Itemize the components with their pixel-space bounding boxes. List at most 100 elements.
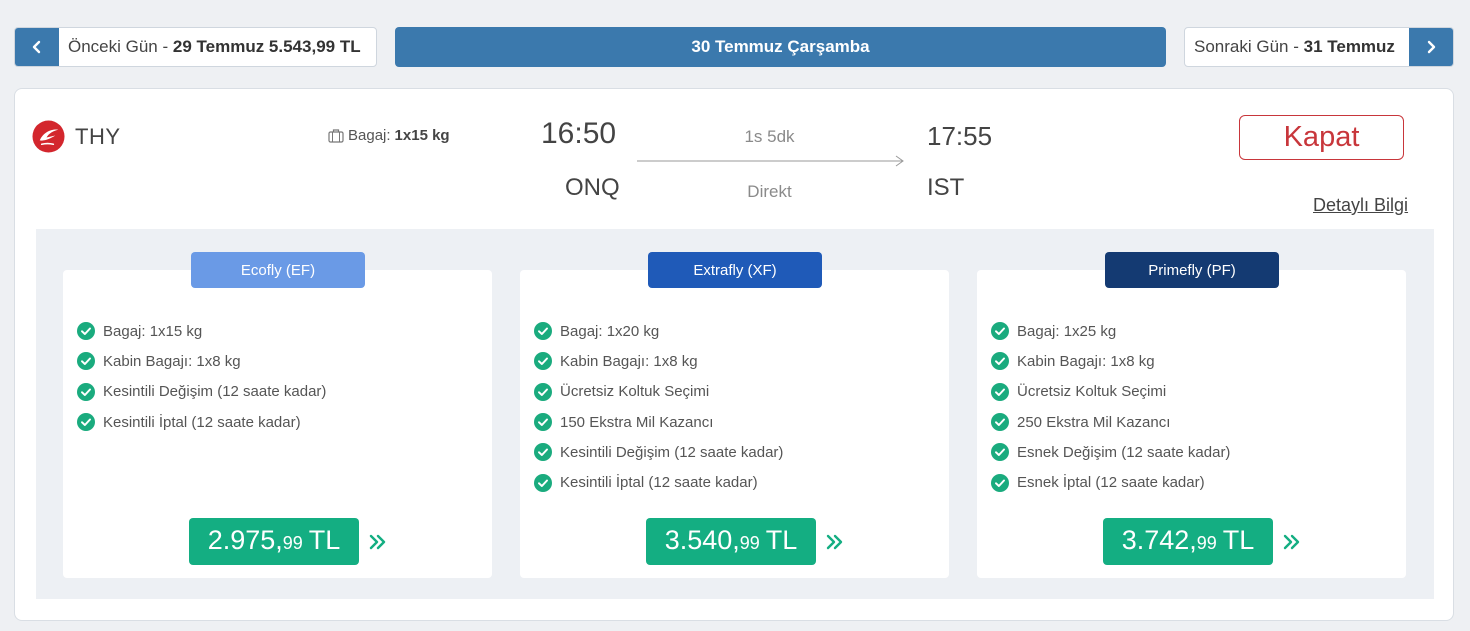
fare-feature-text: Kabin Bagajı: 1x8 kg bbox=[560, 352, 698, 370]
fare-options: Ecofly (EF) Bagaj: 1x15 kg Kabin Bagajı: 1… bbox=[36, 229, 1434, 599]
price-row: 2.975, 99 TL bbox=[189, 518, 389, 565]
baggage-value: 1x15 kg bbox=[394, 127, 450, 144]
price-row: 3.540, 99 TL bbox=[646, 518, 846, 565]
fare-card: Extrafly (XF) Bagaj: 1x20 kg Kabin Bagajı:… bbox=[520, 252, 949, 578]
details-link[interactable]: Detaylı Bilgi bbox=[1313, 195, 1408, 216]
check-circle-icon bbox=[534, 382, 552, 401]
check-circle-icon bbox=[77, 382, 95, 401]
baggage-info: Bagaj: 1x15 kg bbox=[328, 127, 450, 144]
fare-feature-item: Bagaj: 1x15 kg bbox=[77, 316, 326, 346]
fare-feature-text: Esnek İptal (12 saate kadar) bbox=[1017, 474, 1205, 492]
fare-feature-text: Kabin Bagajı: 1x8 kg bbox=[1017, 352, 1155, 370]
fare-feature-item: 250 Ekstra Mil Kazancı bbox=[991, 407, 1230, 437]
fare-feature-item: Ücretsiz Koltuk Seçimi bbox=[991, 377, 1230, 407]
next-day-label: Sonraki Gün - bbox=[1194, 37, 1304, 56]
previous-day-date: 29 Temmuz 5.543,99 TL bbox=[172, 37, 361, 56]
double-chevron-right-icon[interactable] bbox=[1281, 531, 1303, 553]
fare-feature-text: Kesintili Değişim (12 saate kadar) bbox=[103, 383, 327, 401]
airline-logo-icon bbox=[32, 120, 65, 153]
fare-feature-item: Kabin Bagajı: 1x8 kg bbox=[991, 346, 1230, 376]
fare-card: Primefly (PF) Bagaj: 1x25 kg Kabin Bagajı:… bbox=[977, 252, 1406, 578]
fare-feature-text: Esnek Değişim (12 saate kadar) bbox=[1017, 443, 1231, 461]
fare-feature-item: 150 Ekstra Mil Kazancı bbox=[534, 407, 783, 437]
select-fare-button[interactable]: 3.540, 99 TL bbox=[646, 518, 816, 565]
fare-feature-text: Kesintili İptal (12 saate kadar) bbox=[560, 474, 758, 492]
fare-feature-text: Kesintili Değişim (12 saate kadar) bbox=[560, 443, 784, 461]
next-day-button[interactable]: Sonraki Gün - 31 Temmuz bbox=[1184, 27, 1454, 67]
price-currency: TL bbox=[1222, 525, 1255, 555]
arrival-time: 17:55 bbox=[927, 121, 993, 151]
fare-feature-text: Kesintili İptal (12 saate kadar) bbox=[103, 413, 301, 431]
fare-feature-list: Bagaj: 1x20 kg Kabin Bagajı: 1x8 kg Ücrets… bbox=[534, 316, 783, 498]
check-circle-icon bbox=[991, 443, 1009, 462]
departure-time: 16:50 bbox=[541, 117, 617, 150]
previous-day-button[interactable]: Önceki Gün - 29 Temmuz 5.543,99 TL bbox=[14, 27, 377, 67]
fare-feature-item: Kesintili İptal (12 saate kadar) bbox=[534, 467, 783, 497]
fare-feature-text: Bagaj: 1x15 kg bbox=[103, 322, 203, 340]
next-day-date: 31 Temmuz bbox=[1303, 37, 1395, 56]
check-circle-icon bbox=[534, 322, 552, 341]
fare-feature-item: Bagaj: 1x20 kg bbox=[534, 316, 783, 346]
check-circle-icon bbox=[534, 352, 552, 371]
double-chevron-right-icon[interactable] bbox=[367, 531, 389, 553]
check-circle-icon bbox=[77, 322, 95, 341]
fare-feature-list: Bagaj: 1x25 kg Kabin Bagajı: 1x8 kg Ücrets… bbox=[991, 316, 1230, 498]
check-circle-icon bbox=[77, 413, 95, 432]
price-amount: 2.975, bbox=[207, 525, 283, 555]
price-amount: 3.742, bbox=[1121, 525, 1197, 555]
departure-airport-code: ONQ bbox=[565, 174, 620, 201]
route-arrow-icon bbox=[637, 155, 904, 167]
flight-duration: 1s 5dk bbox=[744, 127, 795, 146]
fare-feature-item: Bagaj: 1x25 kg bbox=[991, 316, 1230, 346]
fare-card: Ecofly (EF) Bagaj: 1x15 kg Kabin Bagajı: 1… bbox=[63, 252, 492, 578]
previous-day-text: Önceki Gün - 29 Temmuz 5.543,99 TL bbox=[59, 37, 361, 57]
previous-day-label: Önceki Gün - bbox=[68, 37, 173, 56]
fare-feature-text: 250 Ekstra Mil Kazancı bbox=[1017, 413, 1171, 431]
fare-feature-item: Kabin Bagajı: 1x8 kg bbox=[534, 346, 783, 376]
fare-feature-text: Bagaj: 1x25 kg bbox=[1017, 322, 1117, 340]
check-circle-icon bbox=[991, 413, 1009, 432]
fare-feature-item: Esnek Değişim (12 saate kadar) bbox=[991, 437, 1230, 467]
fare-feature-item: Esnek İptal (12 saate kadar) bbox=[991, 467, 1230, 497]
close-button[interactable]: Kapat bbox=[1239, 115, 1404, 160]
fare-feature-item: Kesintili İptal (12 saate kadar) bbox=[77, 407, 326, 437]
airline-info: THY bbox=[32, 120, 121, 153]
fare-name-badge: Primefly (PF) bbox=[1105, 252, 1279, 288]
check-circle-icon bbox=[534, 413, 552, 432]
next-day-text: Sonraki Gün - 31 Temmuz bbox=[1185, 37, 1395, 57]
price-cents: 99 bbox=[739, 533, 760, 553]
fare-name-badge: Ecofly (EF) bbox=[191, 252, 365, 288]
current-day-title: 30 Temmuz Çarşamba bbox=[395, 27, 1166, 67]
fare-feature-text: Bagaj: 1x20 kg bbox=[560, 322, 660, 340]
price-currency: TL bbox=[765, 525, 798, 555]
check-circle-icon bbox=[991, 382, 1009, 401]
stop-type: Direkt bbox=[747, 182, 792, 201]
price-cents: 99 bbox=[282, 533, 303, 553]
double-chevron-right-icon[interactable] bbox=[824, 531, 846, 553]
fare-feature-item: Kesintili Değişim (12 saate kadar) bbox=[534, 437, 783, 467]
fare-feature-text: Ücretsiz Koltuk Seçimi bbox=[560, 383, 710, 401]
fare-feature-item: Ücretsiz Koltuk Seçimi bbox=[534, 377, 783, 407]
check-circle-icon bbox=[534, 443, 552, 462]
day-navigation: Önceki Gün - 29 Temmuz 5.543,99 TL 30 Te… bbox=[14, 27, 1454, 67]
check-circle-icon bbox=[991, 322, 1009, 341]
check-circle-icon bbox=[991, 352, 1009, 371]
baggage-label: Bagaj: bbox=[348, 127, 391, 144]
chevron-right-icon[interactable] bbox=[1409, 28, 1453, 66]
fare-feature-item: Kesintili Değişim (12 saate kadar) bbox=[77, 377, 326, 407]
fare-feature-text: Kabin Bagajı: 1x8 kg bbox=[103, 352, 241, 370]
fare-feature-list: Bagaj: 1x15 kg Kabin Bagajı: 1x8 kg Kesint… bbox=[77, 316, 326, 437]
select-fare-button[interactable]: 2.975, 99 TL bbox=[189, 518, 359, 565]
check-circle-icon bbox=[534, 473, 552, 492]
fare-feature-text: Ücretsiz Koltuk Seçimi bbox=[1017, 383, 1167, 401]
airline-name: THY bbox=[75, 123, 121, 149]
select-fare-button[interactable]: 3.742, 99 TL bbox=[1103, 518, 1273, 565]
fare-feature-text: 150 Ekstra Mil Kazancı bbox=[560, 413, 714, 431]
fare-feature-item: Kabin Bagajı: 1x8 kg bbox=[77, 346, 326, 376]
price-row: 3.742, 99 TL bbox=[1103, 518, 1303, 565]
chevron-left-icon[interactable] bbox=[15, 28, 59, 66]
price-amount: 3.540, bbox=[664, 525, 740, 555]
fare-name-badge: Extrafly (XF) bbox=[648, 252, 822, 288]
check-circle-icon bbox=[991, 473, 1009, 492]
luggage-icon bbox=[328, 129, 344, 143]
